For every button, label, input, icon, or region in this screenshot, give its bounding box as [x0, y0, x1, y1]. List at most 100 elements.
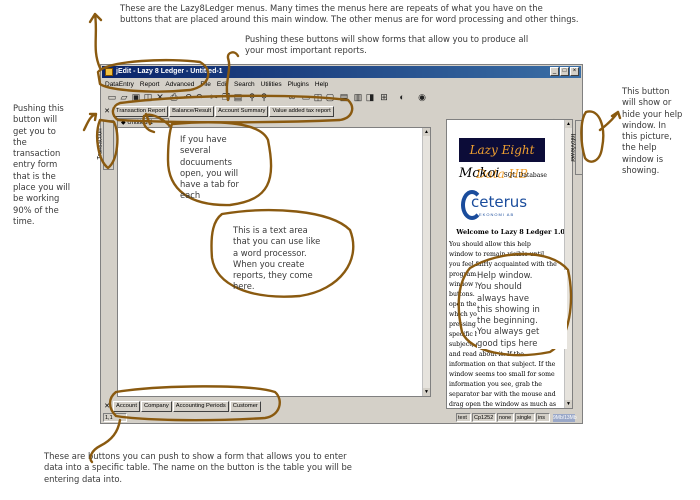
menu-utilities[interactable]: Utilities — [258, 79, 285, 90]
text-area-annotation: This is a text area that you can use lik… — [233, 225, 333, 293]
split-horizontal-icon[interactable]: ▭ — [301, 92, 311, 102]
customer-entry-button[interactable]: Customer — [229, 401, 261, 412]
new-file-icon[interactable]: ▭ — [107, 92, 117, 102]
menu-edit[interactable]: Edit — [214, 79, 231, 90]
open-folder-icon[interactable]: ▱ — [119, 92, 129, 102]
macros-icon[interactable]: ⊞ — [379, 92, 389, 102]
memory-label: 9Mb/13Mb — [553, 415, 577, 421]
annotation-line: each — [180, 190, 201, 201]
save-all-icon[interactable]: ◫ — [143, 92, 153, 102]
menu-search[interactable]: Search — [231, 79, 258, 90]
text-vertical-scrollbar[interactable]: ▲ ▼ — [422, 128, 430, 396]
menu-dataentry[interactable]: DataEntry — [102, 79, 137, 90]
annotation-line: this showing in — [477, 303, 540, 314]
infoviewer-tab-label: InfoViewer — [569, 133, 576, 163]
menu-help[interactable]: Help — [312, 79, 331, 90]
scroll-up-icon[interactable]: ▲ — [423, 128, 430, 136]
report-bar-close-icon[interactable]: ✕ — [103, 107, 111, 116]
reports-annotation: Pushing these buttons will show forms th… — [245, 34, 528, 57]
minimize-icon[interactable]: _ — [550, 67, 559, 76]
annotation-line: entry form — [13, 159, 58, 170]
balance-result-button[interactable]: Balance/Result — [169, 106, 215, 117]
annotation-line: have a tab for — [180, 179, 239, 190]
annotation-line: this picture, — [622, 131, 672, 142]
annotation-line: that you can use like — [233, 236, 321, 247]
buffer-options-icon[interactable]: ▤ — [339, 92, 349, 102]
annotation-line: When you create — [233, 258, 305, 269]
annotation-line: will show or — [622, 97, 672, 108]
undo-icon[interactable]: ↶ — [183, 92, 193, 102]
find-icon[interactable]: ⚲ — [247, 92, 257, 102]
binoculars-icon[interactable]: ∞ — [287, 92, 297, 102]
close-file-icon[interactable]: ✕ — [155, 92, 165, 102]
annotation-line: always have — [477, 292, 529, 303]
company-entry-button[interactable]: Company — [140, 401, 172, 412]
split-vertical-icon[interactable]: ◫ — [313, 92, 323, 102]
close-icon[interactable]: × — [570, 67, 579, 76]
window-controls: _ □ × — [550, 67, 579, 76]
annotation-line: the beginning. — [477, 315, 538, 326]
annotation-line: data into a specific table. The name on … — [44, 462, 352, 473]
help-vertical-scrollbar[interactable]: ▲ ▼ — [564, 120, 572, 408]
scroll-down-icon[interactable]: ▼ — [423, 388, 430, 396]
ceterus-logo-text: ceterus — [471, 193, 528, 211]
print-icon[interactable]: ⎙ — [169, 92, 179, 102]
global-options-icon[interactable]: ◨ — [365, 92, 375, 102]
annotation-line: 90% of the — [13, 204, 59, 215]
shell-icon[interactable]: ◉ — [417, 92, 427, 102]
account-summary-button[interactable]: Account Summary — [215, 106, 269, 117]
annotation-line: showing. — [622, 165, 660, 176]
account-entry-button[interactable]: Account — [113, 401, 140, 412]
save-icon[interactable]: ▣ — [131, 92, 141, 102]
menu-bar: DataEntry Report Advanced File Edit Sear… — [102, 79, 581, 90]
annotation-line: a word processor. — [233, 247, 307, 258]
find-next-icon[interactable]: ⚲ — [259, 92, 269, 102]
help-toggle-annotation: This button will show or hide your help … — [622, 86, 700, 176]
annotation-line: You always get — [477, 326, 540, 337]
tip-icon[interactable]: ◐ — [397, 92, 407, 102]
cut-icon[interactable]: ✂ — [209, 92, 219, 102]
annotation-line: here. — [233, 281, 255, 292]
maximize-icon[interactable]: □ — [560, 67, 569, 76]
vat-report-button[interactable]: Value added tax report — [269, 106, 334, 117]
transaction-side-tab[interactable]: Transaction — [98, 120, 114, 170]
tab-untitled-1[interactable]: ◆ Untitled-1 — [117, 118, 169, 127]
annotation-line: open, you will — [180, 167, 239, 178]
transaction-report-button[interactable]: Transaction Report — [113, 106, 169, 117]
menu-file[interactable]: File — [197, 79, 213, 90]
ceterus-logo: ceterus EKONOMI AB — [461, 190, 541, 222]
insert-mode[interactable]: ins — [536, 413, 550, 422]
redo-icon[interactable]: ↷ — [195, 92, 205, 102]
toolbar: ▭ ▱ ▣ ◫ ✕ ⎙ ↶ ↷ ✂ ❐ ▤ ⚲ ⚲ ∞ ▭ ◫ ▢ ▤ ▥ ◨ … — [105, 91, 578, 105]
copy-icon[interactable]: ❐ — [221, 92, 231, 102]
annotation-line: Pushing these buttons will show forms th… — [245, 34, 529, 44]
annotation-line: window is — [622, 153, 664, 164]
ceterus-logo-sub: EKONOMI AB — [479, 212, 515, 217]
annotation-line: These are the Lazy8Ledger menus. Many ti… — [120, 3, 543, 13]
edit-mode[interactable]: text — [456, 413, 471, 422]
tabs-annotation: If you have several docuuments open, you… — [180, 134, 260, 202]
title-bar[interactable]: jEdit - Lazy 8 Ledger - Untitled-1 _ □ × — [102, 66, 581, 78]
help-scroll-down-icon[interactable]: ▼ — [565, 400, 572, 408]
annotation-line: your most important reports. — [245, 45, 367, 56]
unsplit-icon[interactable]: ▢ — [325, 92, 335, 102]
wrap-mode[interactable]: single — [515, 413, 535, 422]
annotation-line: button will — [13, 114, 58, 125]
annotation-line: hide your help — [622, 108, 683, 119]
infoviewer-side-tab[interactable]: InfoViewer — [569, 120, 583, 175]
mckoi-logo: Mckoi SQL Database — [459, 166, 559, 184]
encoding[interactable]: Cp1252 — [472, 413, 496, 422]
annotation-line: buttons that are placed around this main… — [120, 14, 579, 25]
menu-report[interactable]: Report — [137, 79, 163, 90]
paste-icon[interactable]: ▤ — [233, 92, 243, 102]
menu-plugins[interactable]: Plugins — [285, 79, 312, 90]
annotation-line: place you will — [13, 182, 71, 193]
accounting-periods-button[interactable]: Accounting Periods — [172, 401, 229, 412]
plugin-manager-icon[interactable]: ▥ — [353, 92, 363, 102]
transaction-tab-label: Transaction — [97, 128, 104, 160]
entry-bar-close-icon[interactable]: ✕ — [103, 402, 111, 411]
help-scroll-up-icon[interactable]: ▲ — [565, 120, 572, 128]
fold-mode[interactable]: none — [497, 413, 514, 422]
annotation-line: entering data into. — [44, 473, 123, 484]
menu-advanced[interactable]: Advanced — [162, 79, 197, 90]
